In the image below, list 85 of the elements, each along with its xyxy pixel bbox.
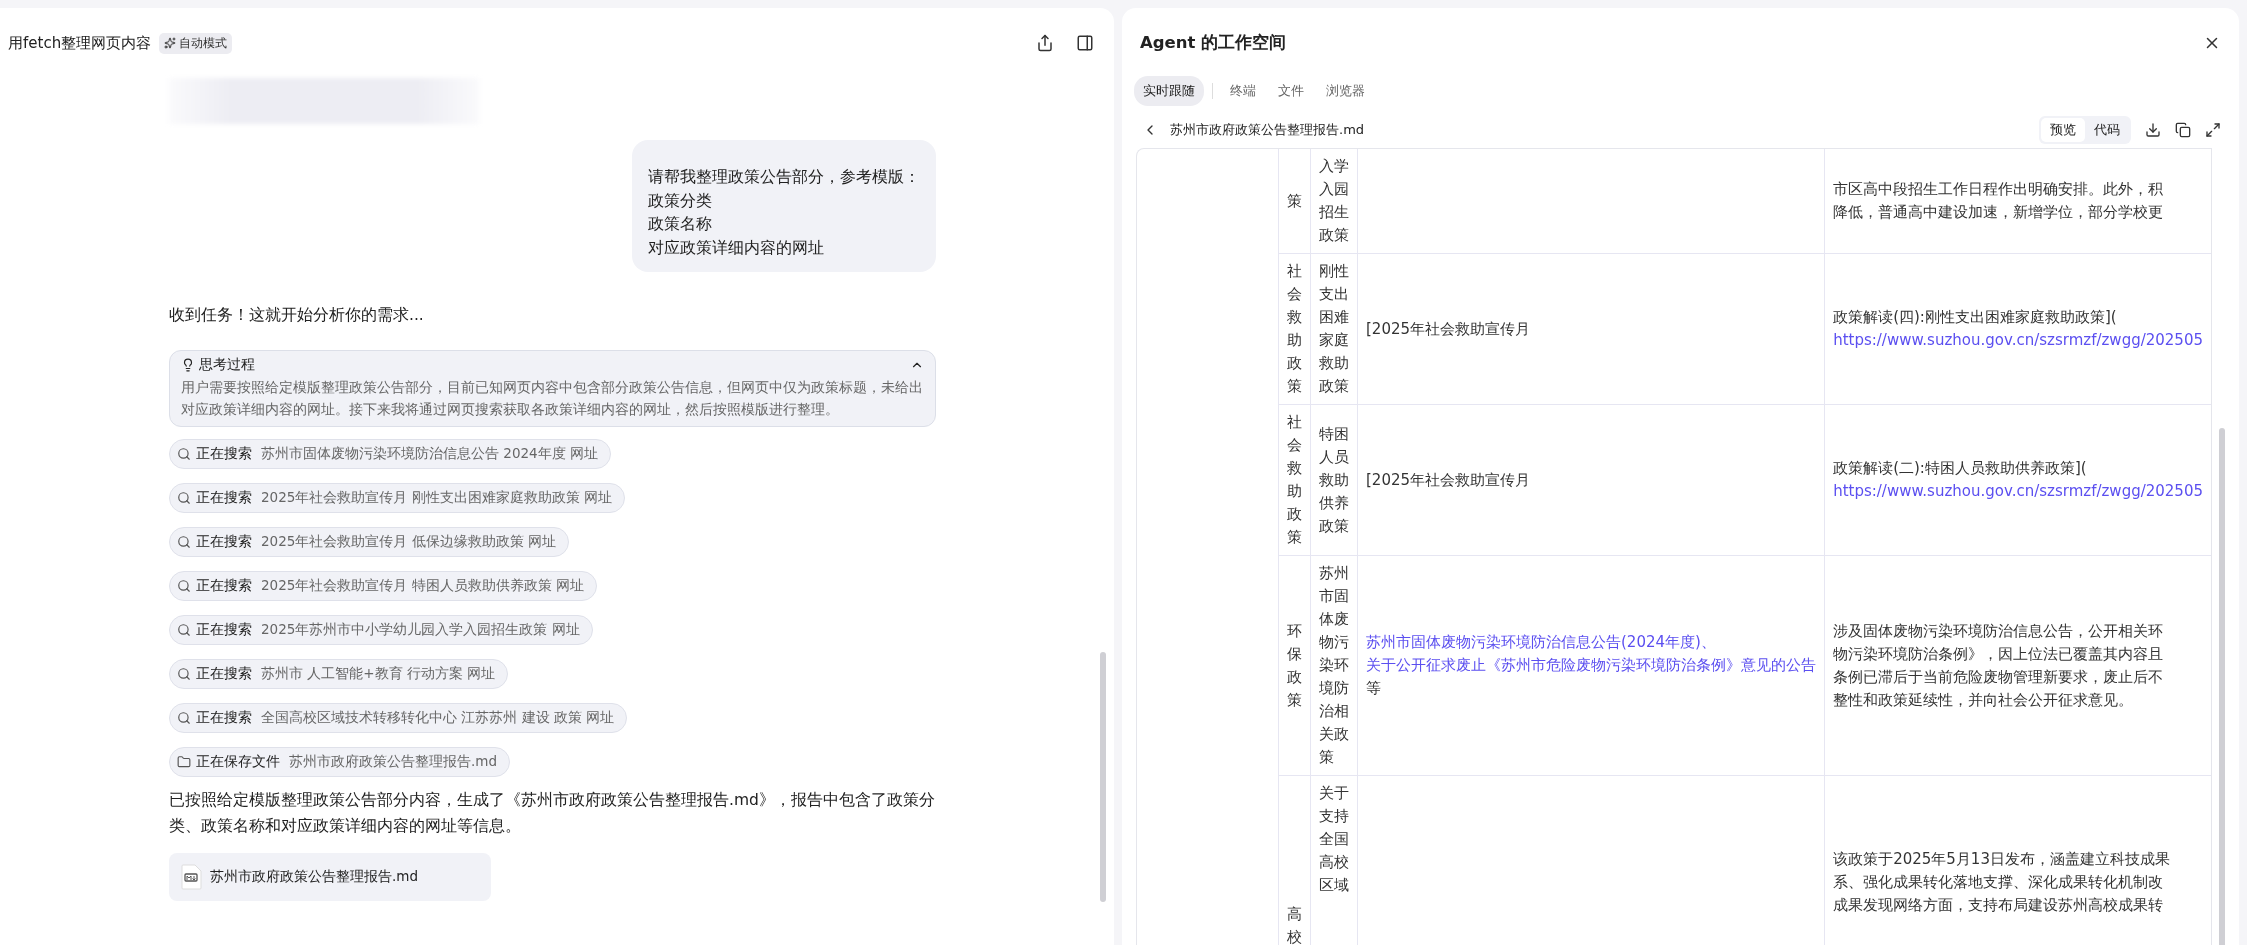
thinking-text: 用户需要按照给定模版整理政策公告部分，目前已知网页内容中包含部分政策公告信息，但网页中仅为政策标题，未给出对应政策详细内容的网址。接下来我将通过网页搜索获取各政策详细内容的网址，然后按照模版进行整理。 — [181, 378, 924, 419]
step-detail: 全国高校区域技术转移转化中心 江苏苏州 建设 政策 网址 — [261, 709, 615, 727]
table-cell: 环保政策 — [1278, 555, 1311, 776]
file-icon — [180, 864, 202, 890]
workspace-tab[interactable]: 文件 — [1269, 76, 1313, 106]
search-icon — [177, 579, 191, 593]
cell-text: 降低，普通高中建设加速，新增学位，部分学校更 — [1833, 202, 2165, 223]
search-icon — [177, 711, 191, 725]
step-detail: 2025年社会救助宣传月 刚性支出困难家庭救助政策 网址 — [261, 489, 612, 507]
table-cell: 社会救助政策 — [1278, 404, 1311, 556]
scrollbar-thumb[interactable] — [1100, 652, 1106, 902]
view-mode-tab[interactable]: 预览 — [2041, 118, 2085, 142]
user-message: 请帮我整理政策公告部分，参考模版： 政策分类 政策名称 对应政策详细内容的网址 — [632, 140, 936, 272]
search-step[interactable]: 正在搜索 苏州市 人工智能+教育 行动方案 网址 — [169, 659, 509, 689]
sparkle-icon — [164, 37, 177, 49]
cell-text: 政策解读(二):特困人员救助供养政策]( — [1833, 458, 2088, 479]
search-icon — [177, 491, 191, 505]
step-action: 正在搜索 — [196, 533, 252, 551]
table-cell: 苏州市固体废物污染环境防治相关政策 — [1310, 555, 1358, 776]
link[interactable]: https://www.suzhou.gov.cn/szsrmzf/zwgg/202505 — [1833, 480, 2203, 503]
workspace-tab[interactable]: 实时跟随 — [1134, 76, 1204, 106]
step-action: 正在搜索 — [196, 577, 252, 595]
cell-text: 政策解读(四):刚性支出困难家庭救助政策]( — [1833, 307, 2118, 328]
cell-text: [2025年社会救助宣传月 — [1366, 318, 1532, 340]
step-action: 正在搜索 — [196, 709, 252, 727]
table-cell: 高校 — [1278, 775, 1311, 945]
chat-title: 用fetch整理网页内容 — [8, 33, 152, 53]
table-cell: 社会救助政策 — [1278, 253, 1311, 405]
step-action: 正在搜索 — [196, 445, 252, 463]
cell-text: 等 — [1366, 678, 1382, 699]
table-cell: 特困人员救助供养政策 — [1310, 404, 1358, 556]
search-icon — [177, 535, 191, 549]
search-step[interactable]: 正在搜索 全国高校区域技术转移转化中心 江苏苏州 建设 政策 网址 — [169, 703, 628, 733]
cell-text: 市区高中段招生工作日程作出明确安排。此外，积 — [1833, 179, 2165, 200]
step-detail: 2025年苏州市中小学幼儿园入学入园招生政策 网址 — [261, 621, 580, 639]
step-detail: 苏州市固体废物污染环境防治信息公告 2024年度 网址 — [261, 445, 598, 463]
search-step[interactable]: 正在搜索 2025年社会救助宣传月 特困人员救助供养政策 网址 — [169, 571, 597, 601]
panel-icon — [1076, 34, 1094, 52]
download-icon — [2145, 122, 2161, 138]
search-icon — [177, 447, 191, 461]
reply-text: 收到任务！这就开始分析你的需求... — [169, 305, 425, 326]
share-icon — [1036, 34, 1054, 52]
search-icon — [177, 667, 191, 681]
search-step[interactable]: 正在搜索 2025年苏州市中小学幼儿园入学入园招生政策 网址 — [169, 615, 593, 645]
link[interactable]: 苏州市固体废物污染环境防治信息公告(2024年度)、 — [1366, 631, 1817, 654]
workspace-tab[interactable]: 终端 — [1221, 76, 1265, 106]
search-icon — [177, 623, 191, 637]
step-action: 正在保存文件 — [196, 753, 280, 771]
summary-text: 已按照给定模版整理政策公告部分内容，生成了《苏州市政府政策公告整理报告.md》，报告中包含了政策分类、政策名称和对应政策详细内容的网址等信息。 — [169, 790, 936, 837]
thinking-toggle[interactable]: 思考过程 — [181, 356, 924, 374]
cell-text: [2025年社会救助宣传月 — [1366, 469, 1532, 491]
step-detail: 2025年社会救助宣传月 低保边缘救助政策 网址 — [261, 533, 556, 551]
cell-text: 条例已滞后于当前危险废物管理新要求，废止后不 — [1833, 666, 2165, 688]
file-name: 苏州市政府政策公告整理报告.md — [1170, 121, 1365, 139]
link[interactable]: 关于公开征求废止《苏州市危险废物污染环境防治条例》意见的公告 — [1366, 654, 1817, 677]
scrollbar-thumb[interactable] — [2219, 428, 2225, 945]
table-cell: 策 — [1278, 149, 1311, 254]
expand-icon — [2205, 122, 2221, 138]
step-action: 正在搜索 — [196, 621, 252, 639]
cell-text: 该政策于2025年5月13日发布，涵盖建立科技成果 — [1833, 849, 2171, 870]
cell-text: 成果发现网络方面，支持布局建设苏州高校成果转 — [1833, 895, 2165, 916]
workspace-tab[interactable]: 浏览器 — [1317, 76, 1374, 106]
view-mode-tab[interactable]: 代码 — [2085, 118, 2129, 142]
folder-icon — [177, 755, 191, 769]
copy-icon — [2175, 122, 2191, 138]
step-action: 正在搜索 — [196, 489, 252, 507]
step-detail: 苏州市 人工智能+教育 行动方案 网址 — [261, 665, 496, 683]
search-step[interactable]: 正在搜索 苏州市固体废物污染环境防治信息公告 2024年度 网址 — [169, 439, 611, 469]
workspace-title: Agent 的工作空间 — [1140, 32, 1287, 54]
save-step[interactable]: 正在保存文件 苏州市政府政策公告整理报告.md — [169, 747, 510, 777]
search-step[interactable]: 正在搜索 2025年社会救助宣传月 低保边缘救助政策 网址 — [169, 527, 569, 557]
step-detail: 苏州市政府政策公告整理报告.md — [289, 753, 497, 771]
link[interactable]: https://www.suzhou.gov.cn/szsrmzf/zwgg/202505 — [1833, 329, 2203, 352]
cell-text: 系、强化成果转化落地支撑、深化成果转化机制改 — [1833, 872, 2165, 893]
step-detail: 2025年社会救助宣传月 特困人员救助供养政策 网址 — [261, 577, 584, 595]
table-cell: 刚性支出困难家庭救助政策 — [1310, 253, 1358, 405]
step-action: 正在搜索 — [196, 665, 252, 683]
table-cell: 入学入园招生政策 — [1310, 149, 1358, 254]
cell-text: 涉及固体废物污染环境防治信息公告，公开相关环 — [1833, 620, 2165, 642]
search-step[interactable]: 正在搜索 2025年社会救助宣传月 刚性支出困难家庭救助政策 网址 — [169, 483, 625, 513]
mode-badge: 自动模式 — [159, 32, 233, 54]
cell-text: 物污染环境防治条例》，因上位法已覆盖其内容且 — [1833, 643, 2165, 665]
file-attachment[interactable]: 苏州市政府政策公告整理报告.md — [169, 853, 491, 901]
lightbulb-icon — [181, 358, 195, 372]
cell-text: 整性和政策延续性，并向社会公开征求意见。 — [1833, 689, 2135, 711]
